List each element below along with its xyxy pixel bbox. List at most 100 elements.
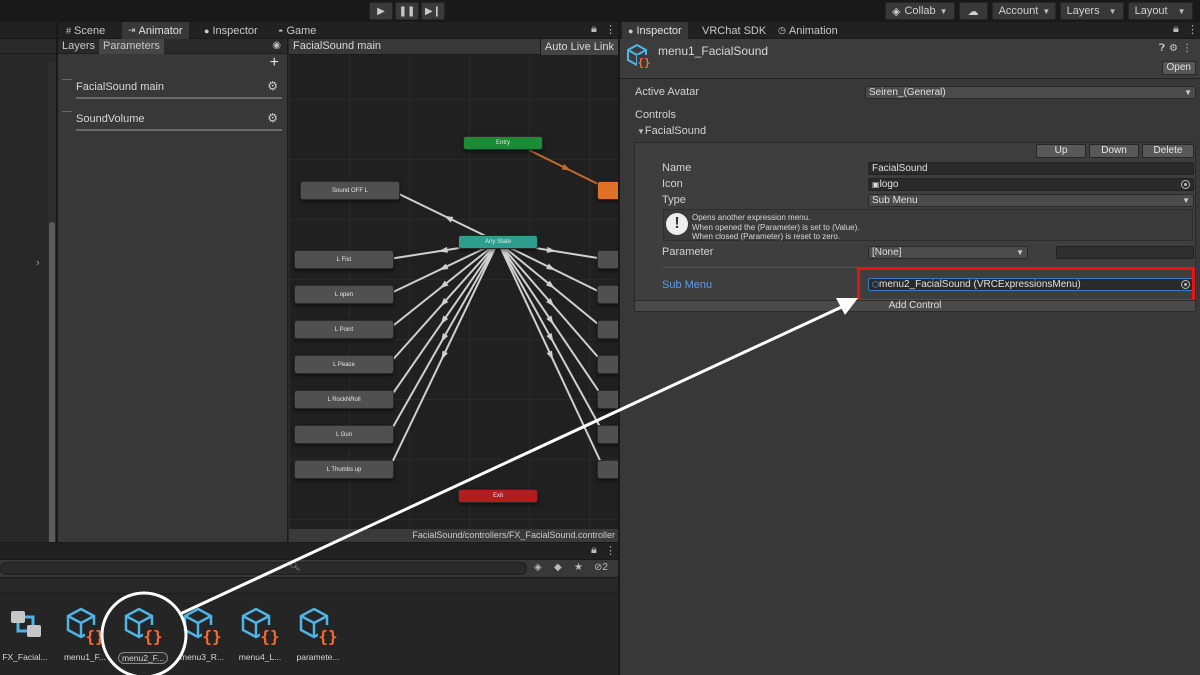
state-node[interactable] bbox=[597, 285, 618, 304]
controls-label: Controls bbox=[635, 109, 676, 121]
expressions-menu-icon: {} bbox=[627, 43, 651, 69]
parameter-name[interactable]: FacialSound main bbox=[76, 81, 164, 93]
eye-icon[interactable]: ◉ bbox=[272, 40, 281, 51]
tab-parameters[interactable]: Parameters bbox=[99, 39, 164, 54]
control-foldout[interactable]: ▼FacialSound bbox=[637, 125, 706, 137]
asset-item[interactable]: FX_Facial... bbox=[0, 603, 54, 673]
tab-inspector[interactable]: ● Inspector bbox=[622, 22, 688, 39]
parameter-dropdown[interactable]: [None] ▼ bbox=[868, 246, 1028, 259]
any-state-node[interactable]: Any State bbox=[458, 235, 538, 249]
state-node[interactable]: L Gun bbox=[294, 425, 394, 444]
parameter-divider bbox=[76, 129, 282, 131]
asset-item[interactable]: {} paramete... bbox=[289, 603, 347, 673]
chevron-down-icon: ▼ bbox=[1042, 6, 1051, 16]
account-button[interactable]: Account ▼ bbox=[991, 2, 1056, 20]
default-state-node[interactable] bbox=[597, 181, 618, 200]
state-node[interactable]: L Thumbs up bbox=[294, 460, 394, 479]
tab-animation[interactable]: ◷ Animation bbox=[772, 22, 844, 39]
state-node[interactable]: Sound OFF L bbox=[300, 181, 400, 200]
inspector-tabbar: ● Inspector VRChat SDK ◷ Animation 🔒︎ ⋮ bbox=[620, 22, 1200, 39]
lock-icon[interactable]: 🔒︎ bbox=[591, 544, 597, 557]
gear-icon[interactable]: ⚙ bbox=[267, 111, 278, 125]
expressions-menu-icon: {} bbox=[183, 607, 222, 646]
star-icon[interactable]: ★ bbox=[574, 562, 583, 573]
animator-window: # Scene ⇥ Animator ● Inspector ◓ Game 🔒︎ ⋮ L… bbox=[58, 22, 618, 542]
grid-icon: # bbox=[66, 25, 72, 36]
tab-game[interactable]: ◓ Game bbox=[272, 22, 322, 39]
lock-icon[interactable]: 🔒︎ bbox=[1173, 23, 1179, 36]
tab-layers[interactable]: Layers bbox=[58, 39, 99, 54]
state-node[interactable]: L Peace bbox=[294, 355, 394, 374]
state-node[interactable]: L RockNRoll bbox=[294, 390, 394, 409]
project-window: 🔒︎ ⋮ 🔍︎ ◈ ◆ ★ ⊘2 FX_Facial... {} menu1_F..… bbox=[0, 543, 618, 675]
svg-text:{}: {} bbox=[143, 627, 162, 646]
type-dropdown[interactable]: Sub Menu ▼ bbox=[868, 194, 1194, 207]
state-node[interactable]: L Fist bbox=[294, 250, 394, 269]
tab-vrchat-sdk[interactable]: VRChat SDK bbox=[696, 22, 772, 39]
gear-icon[interactable]: ⚙ bbox=[267, 79, 278, 93]
down-button[interactable]: Down bbox=[1089, 144, 1139, 158]
help-icon[interactable]: ❓︎ bbox=[1159, 43, 1169, 54]
cloud-button[interactable]: ☁ bbox=[958, 2, 988, 20]
more-icon[interactable]: ⋮ bbox=[605, 23, 616, 36]
tag-icon[interactable]: ◆ bbox=[554, 562, 562, 573]
parameter-name[interactable]: SoundVolume bbox=[76, 113, 145, 125]
add-parameter-icon[interactable]: + bbox=[270, 54, 279, 72]
icon-field[interactable]: ▣logo bbox=[868, 178, 1194, 191]
state-node[interactable]: L Point bbox=[294, 320, 394, 339]
tab-animator[interactable]: ⇥ Animator bbox=[122, 22, 189, 39]
asset-label: menu1_F... bbox=[63, 652, 107, 662]
state-node[interactable] bbox=[597, 250, 618, 269]
asset-item[interactable]: {} menu3_R... bbox=[173, 603, 231, 673]
main-toolbar: ▶ ❚❚ ▶❙ ◈ Collab ▼ ☁ Account ▼ Layers ▼ Layo… bbox=[0, 0, 1200, 22]
parameter-label: Parameter bbox=[662, 246, 714, 258]
state-node[interactable] bbox=[597, 425, 618, 444]
hierarchy-search[interactable] bbox=[0, 40, 56, 54]
transition-arrow-icon bbox=[441, 333, 449, 343]
search-input[interactable]: 🔍︎ bbox=[0, 561, 527, 575]
layers-dropdown[interactable]: Layers ▼ bbox=[1059, 2, 1124, 20]
asset-item[interactable]: {} menu1_F... bbox=[56, 603, 114, 673]
entry-node[interactable]: Entry bbox=[463, 136, 543, 150]
grip-icon[interactable] bbox=[62, 79, 72, 81]
exit-node[interactable]: Exit bbox=[458, 489, 538, 503]
asset-item[interactable]: {} menu4_L... bbox=[231, 603, 289, 673]
settings-icon[interactable]: ⚙ bbox=[1169, 43, 1182, 54]
state-node[interactable] bbox=[597, 320, 618, 339]
asset-item[interactable]: {} menu2_F... bbox=[114, 603, 172, 673]
open-button[interactable]: Open bbox=[1161, 61, 1196, 75]
tab-label: Inspector bbox=[636, 24, 682, 37]
step-icon[interactable]: ▶❙ bbox=[421, 2, 445, 20]
object-picker-icon[interactable] bbox=[1181, 180, 1190, 189]
up-button[interactable]: Up bbox=[1036, 144, 1086, 158]
play-icon[interactable]: ▶ bbox=[369, 2, 393, 20]
lock-icon[interactable]: 🔒︎ bbox=[591, 23, 597, 36]
parameter-value-field[interactable] bbox=[1056, 246, 1194, 259]
more-icon[interactable]: ⋮ bbox=[1182, 43, 1196, 54]
foldout-arrow-icon: ▼ bbox=[637, 127, 645, 136]
pause-icon[interactable]: ❚❚ bbox=[395, 2, 419, 20]
animator-graph[interactable]: FacialSound main Auto Live Link Entry An… bbox=[289, 39, 618, 542]
add-control-button[interactable]: Add Control bbox=[634, 300, 1196, 312]
delete-button[interactable]: Delete bbox=[1142, 144, 1194, 158]
hierarchy-scrollbar[interactable] bbox=[48, 62, 56, 542]
scrollbar-thumb[interactable] bbox=[49, 222, 55, 542]
more-icon[interactable]: ⋮ bbox=[605, 544, 616, 557]
tab-inspector[interactable]: ● Inspector bbox=[198, 22, 264, 39]
state-node[interactable] bbox=[597, 355, 618, 374]
grip-icon[interactable] bbox=[62, 111, 72, 113]
state-node[interactable] bbox=[597, 460, 618, 479]
tab-scene[interactable]: # Scene bbox=[60, 22, 111, 39]
chevron-right-icon[interactable]: › bbox=[36, 257, 40, 269]
filter-type-icon[interactable]: ◈ bbox=[534, 562, 542, 573]
layout-dropdown[interactable]: Layout ▼ bbox=[1127, 2, 1193, 20]
name-field[interactable]: FacialSound bbox=[868, 162, 1194, 175]
state-node[interactable] bbox=[597, 390, 618, 409]
state-node[interactable]: L open bbox=[294, 285, 394, 304]
active-avatar-dropdown[interactable]: Seiren_(General) ▼ bbox=[865, 86, 1196, 99]
more-icon[interactable]: ⋮ bbox=[1187, 23, 1198, 36]
hidden-packages-icon[interactable]: ⊘2 bbox=[594, 562, 608, 573]
parameter-row[interactable]: FacialSound main ⚙ bbox=[62, 75, 284, 105]
collab-button[interactable]: ◈ Collab ▼ bbox=[885, 2, 955, 20]
parameter-row[interactable]: SoundVolume ⚙ bbox=[62, 107, 284, 137]
